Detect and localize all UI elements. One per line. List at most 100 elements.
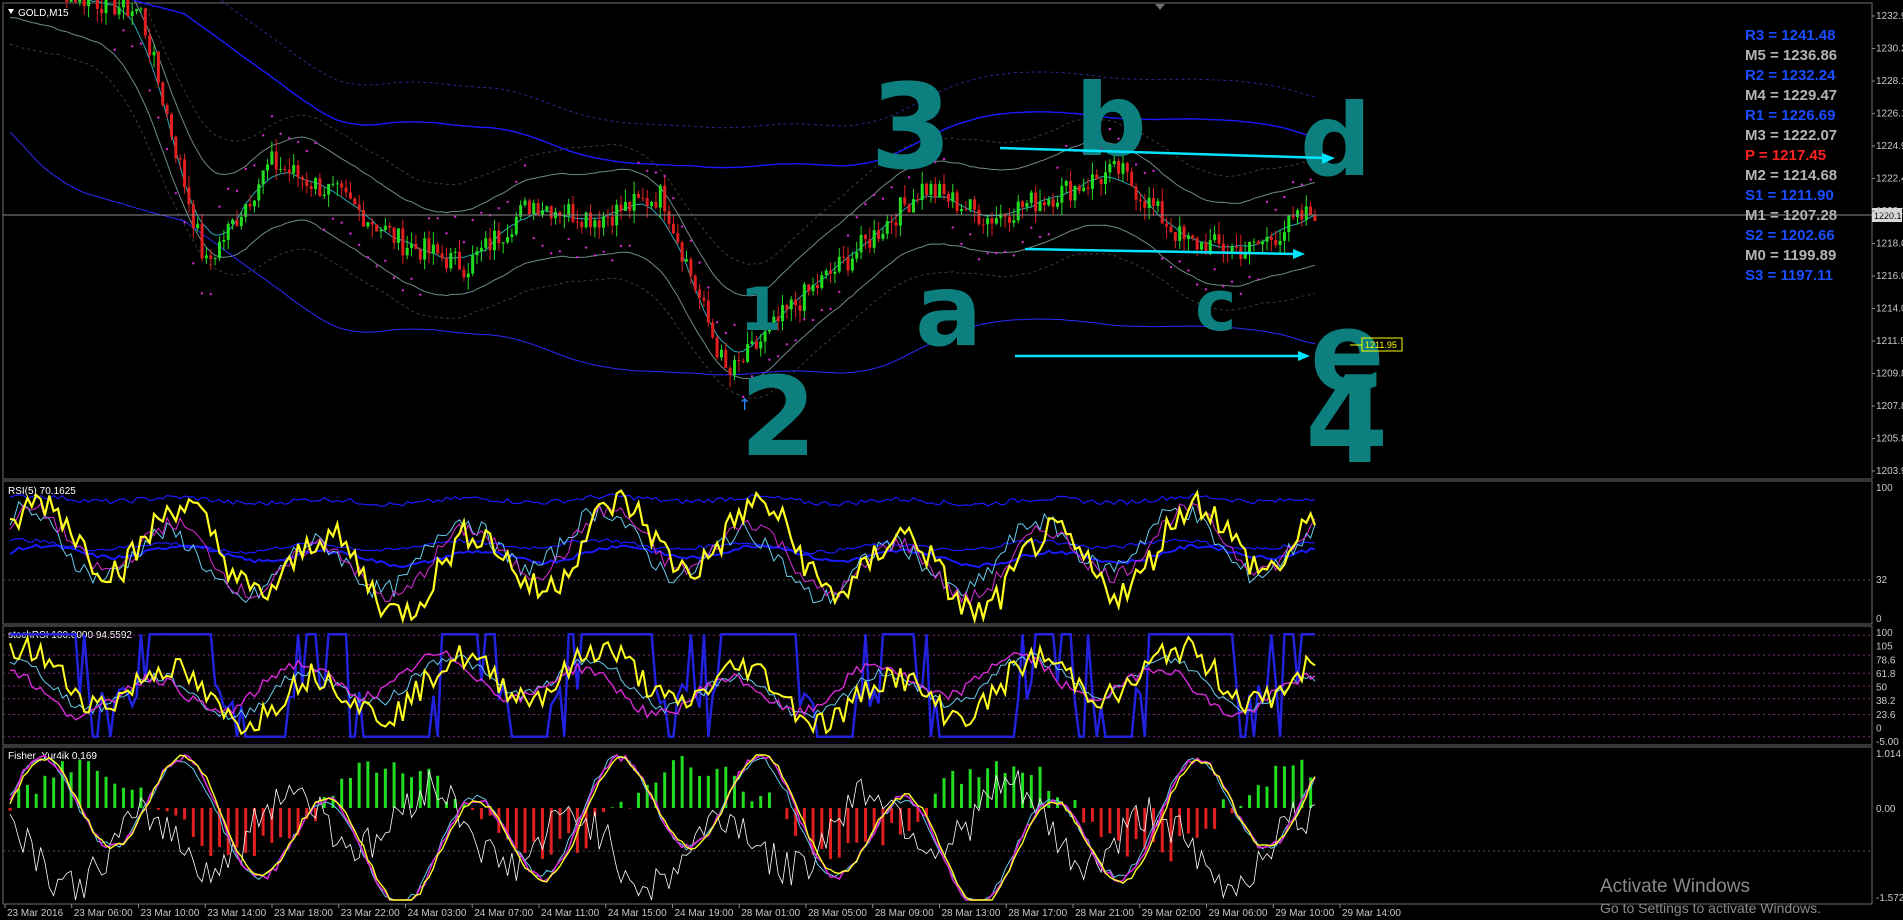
candle-body (1304, 206, 1308, 220)
candle-body (492, 230, 496, 251)
candle-body (1016, 201, 1020, 221)
candle-body (549, 206, 553, 219)
candle-body (104, 0, 108, 14)
candle-body (187, 187, 191, 205)
candle-body (663, 185, 667, 212)
candle-body (916, 199, 920, 201)
sar-dot (558, 250, 562, 253)
candle-body (728, 368, 732, 376)
candle-body (911, 199, 915, 213)
candle-body (1230, 246, 1234, 252)
candle-body (405, 247, 409, 256)
pivot-label: R3 = 1241.48 (1745, 27, 1836, 44)
fisher-bar-positive (767, 792, 771, 808)
candle-body (266, 164, 270, 171)
candle-body (231, 219, 235, 224)
sar-dot (340, 221, 343, 224)
fisher-bar-positive (663, 772, 667, 808)
fisher-bar-positive (1012, 766, 1016, 808)
candle-body (1038, 202, 1042, 212)
candle-body (623, 201, 627, 211)
candle-body (1265, 236, 1269, 242)
sar-dot (1030, 226, 1033, 229)
candle-body (868, 239, 872, 248)
price-tick-label: 1203.9 (1876, 466, 1903, 477)
candle-body (1248, 241, 1252, 253)
sar-dot (1274, 208, 1277, 212)
candle-body (597, 220, 601, 228)
candle-body (680, 242, 684, 262)
candle-body (802, 284, 806, 311)
fisher-bar-positive (1256, 785, 1260, 808)
sar-dot (689, 239, 693, 242)
candle-body (1173, 231, 1177, 241)
time-tick-label: 23 Mar 22:00 (341, 908, 400, 919)
candle-body (204, 255, 208, 259)
candle-body (833, 271, 837, 274)
candle-body (69, 0, 73, 2)
fisher-bar-positive (25, 784, 29, 808)
candle-body (331, 183, 335, 185)
candle-body (1060, 185, 1064, 203)
sar-dot (462, 241, 466, 244)
sar-dot (820, 308, 824, 312)
time-tick-label: 28 Mar 09:00 (875, 908, 934, 919)
candle-body (685, 259, 689, 262)
price-tick-label: 1207.8 (1876, 401, 1903, 412)
candle-body (964, 209, 968, 211)
candle-body (362, 209, 366, 227)
candle-body (1182, 226, 1186, 239)
candle-body (811, 285, 815, 292)
candle-body (135, 8, 139, 12)
sar-dot (515, 180, 518, 183)
fisher-tick-min: -1.572 (1876, 893, 1903, 904)
candle-body (955, 192, 959, 212)
candle-body (859, 234, 863, 253)
candle-body (846, 257, 850, 271)
rsi-pane[interactable] (2, 480, 1873, 625)
fisher-bar-positive (750, 801, 754, 808)
candle-body (850, 258, 854, 271)
candle-body (1287, 215, 1291, 233)
fisher-bar-positive (977, 777, 981, 808)
sar-dot (881, 197, 885, 200)
candle-body (1082, 187, 1086, 191)
candle-body (567, 203, 571, 216)
fisher-bar-negative (200, 808, 204, 846)
candle-body (344, 187, 348, 193)
candle-body (143, 8, 147, 36)
candle-body (815, 285, 819, 288)
candle-body (885, 221, 889, 234)
fisher-bar-positive (375, 772, 379, 808)
candle-body (383, 225, 387, 230)
candle-body (1147, 197, 1151, 208)
candle-body (497, 230, 501, 244)
candle-body (881, 233, 885, 239)
candle-body (898, 197, 902, 226)
sar-dot (576, 255, 579, 259)
candle-body (1051, 199, 1055, 207)
candle-body (1086, 187, 1090, 189)
candle-body (1034, 192, 1038, 212)
candle-body (183, 159, 187, 188)
candle-body (506, 236, 510, 243)
fisher-bar-negative (602, 808, 606, 813)
candle-body (641, 197, 645, 199)
price-tick-label: 1230.2 (1876, 44, 1903, 55)
sar-dot (1169, 265, 1173, 269)
sar-dot (838, 290, 841, 294)
candle-body (73, 0, 77, 3)
price-tick-label: 1209.8 (1876, 369, 1903, 380)
candle-body (388, 225, 392, 228)
fisher-bar-positive (689, 767, 693, 808)
sar-dot (436, 217, 439, 220)
candle-body (222, 239, 226, 242)
time-tick-label: 23 Mar 10:00 (141, 908, 200, 919)
candle-body (113, 0, 117, 15)
sar-dot (296, 140, 300, 144)
sar-dot (1161, 257, 1164, 260)
fisher-pane[interactable] (2, 746, 1873, 905)
fisher-bar-positive (680, 755, 684, 808)
sar-dot (960, 242, 963, 246)
fisher-bar-negative (471, 808, 475, 810)
